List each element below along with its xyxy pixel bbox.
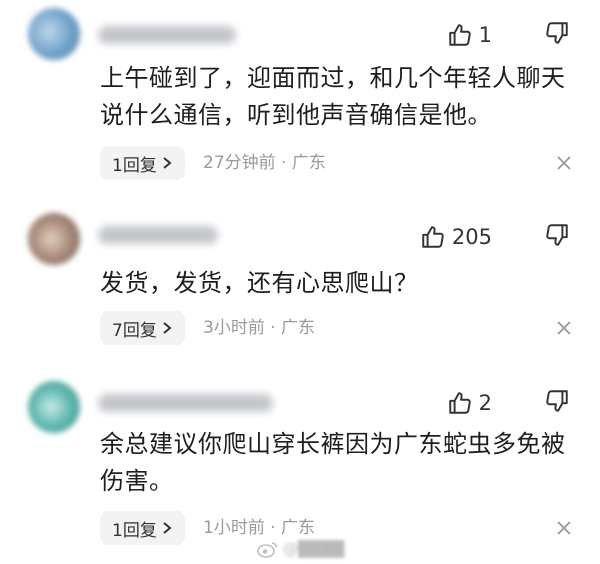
avatar[interactable] bbox=[28, 8, 80, 60]
like-count: 1 bbox=[478, 23, 492, 47]
reply-button[interactable]: 7回复 bbox=[100, 311, 185, 345]
comment-text: 上午碰到了，迎面而过，和几个年轻人聊天 说什么通信，听到他声音确信是他。 bbox=[100, 60, 580, 134]
like-button[interactable]: 205 bbox=[420, 222, 492, 252]
comment-item: 205 发货，发货，还有心思爬山？ 7回复 3小时前 · 广东 bbox=[0, 195, 600, 375]
avatar[interactable] bbox=[28, 381, 80, 433]
comment-text: 余总建议你爬山穿长裤因为广东蛇虫多免被 伤害。 bbox=[100, 426, 580, 500]
like-button[interactable]: 2 bbox=[447, 388, 492, 418]
reply-button[interactable]: 1回复 bbox=[100, 146, 185, 180]
comment-text-line: 发货，发货，还有心思爬山？ bbox=[100, 269, 419, 297]
thumbs-down-icon bbox=[544, 20, 574, 46]
reply-label: 7回复 bbox=[112, 320, 157, 341]
avatar[interactable] bbox=[28, 213, 80, 265]
dislike-button[interactable] bbox=[544, 222, 574, 252]
close-icon[interactable] bbox=[556, 520, 572, 536]
chevron-right-icon bbox=[161, 321, 173, 335]
like-button[interactable]: 1 bbox=[447, 20, 492, 50]
comment-item: 2 余总建议你爬山穿长裤因为广东蛇虫多免被 伤害。 1回复 1小时前 · 广东 bbox=[0, 375, 600, 564]
close-icon[interactable] bbox=[556, 320, 572, 336]
dislike-button[interactable] bbox=[544, 388, 574, 418]
weibo-watermark: @████ bbox=[257, 538, 344, 560]
username[interactable] bbox=[98, 226, 218, 244]
comment-text-line: 说什么通信，听到他声音确信是他。 bbox=[100, 101, 492, 129]
weibo-logo-icon bbox=[257, 540, 279, 558]
comment-meta: 3小时前 · 广东 bbox=[203, 318, 316, 338]
username[interactable] bbox=[98, 26, 236, 44]
comment-meta: 27分钟前 · 广东 bbox=[203, 153, 326, 173]
comment-item: 1 上午碰到了，迎面而过，和几个年轻人聊天 说什么通信，听到他声音确信是他。 1… bbox=[0, 0, 600, 190]
reply-label: 1回复 bbox=[112, 155, 157, 176]
like-count: 2 bbox=[478, 391, 492, 415]
comment-text: 发货，发货，还有心思爬山？ bbox=[100, 265, 580, 302]
username[interactable] bbox=[98, 394, 273, 412]
close-icon[interactable] bbox=[556, 155, 572, 171]
like-count: 205 bbox=[451, 225, 492, 249]
comment-text-line: 上午碰到了，迎面而过，和几个年轻人聊天 bbox=[100, 64, 566, 92]
thumbs-down-icon bbox=[544, 388, 574, 414]
comment-text-line: 伤害。 bbox=[100, 467, 174, 495]
dislike-button[interactable] bbox=[544, 20, 574, 50]
thumbs-up-icon bbox=[447, 390, 473, 416]
comment-text-line: 余总建议你爬山穿长裤因为广东蛇虫多免被 bbox=[100, 430, 566, 458]
chevron-right-icon bbox=[161, 521, 173, 535]
chevron-right-icon bbox=[161, 156, 173, 170]
reply-label: 1回复 bbox=[112, 520, 157, 541]
reply-button[interactable]: 1回复 bbox=[100, 511, 185, 545]
thumbs-down-icon bbox=[544, 222, 574, 248]
watermark-text: @████ bbox=[283, 540, 345, 558]
thumbs-up-icon bbox=[420, 224, 446, 250]
thumbs-up-icon bbox=[447, 22, 473, 48]
